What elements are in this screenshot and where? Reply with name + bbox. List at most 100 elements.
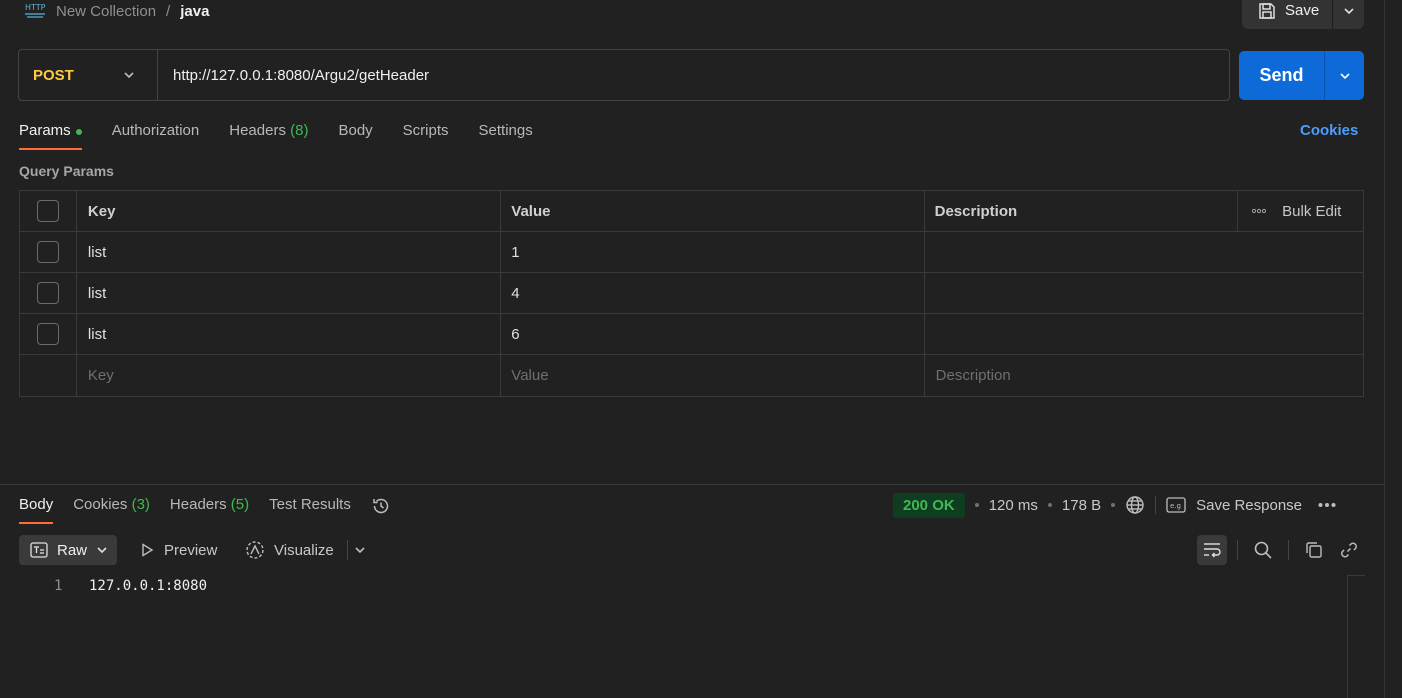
status-badge[interactable]: 200 OK [893,492,965,518]
preview-label: Preview [164,541,218,559]
send-button-group: Send [1239,51,1364,100]
column-header-key: Key [77,191,502,231]
select-all-cell [20,191,77,231]
preview-button[interactable]: Preview [139,535,217,565]
copy-button[interactable] [1302,538,1326,562]
chevron-down-icon [1343,5,1355,17]
tab-response-cookies[interactable]: Cookies (3) [73,492,150,524]
side-divider [1384,0,1385,698]
tab-label: Settings [478,122,533,139]
row-checkbox[interactable] [36,282,59,304]
visualize-button[interactable]: Visualize [245,535,334,565]
visualize-options-button[interactable] [354,535,366,565]
save-button[interactable]: Save [1242,0,1332,29]
tab-authorization[interactable]: Authorization [112,118,200,150]
tab-count: (5) [230,496,250,513]
link-button[interactable] [1337,538,1361,562]
row-checkbox[interactable] [36,323,59,345]
method-select[interactable]: POST [19,50,158,100]
response-status: 200 OK 120 ms 178 B e.g Save Response [893,492,1336,518]
divider [1155,496,1157,514]
table-row: list 6 [20,314,1363,355]
wrap-lines-button[interactable] [1197,535,1227,565]
table-header-row: Key Value Description Bulk Edit [20,191,1363,232]
tab-response-body[interactable]: Body [19,492,54,524]
text-format-icon [30,542,48,558]
table-row: list 4 [20,273,1363,314]
request-tabs: Params Authorization Headers (8) Body Sc… [19,118,563,150]
tab-scripts[interactable]: Scripts [403,118,449,150]
separator-dot [1047,503,1052,507]
play-icon [139,542,155,558]
tab-response-headers[interactable]: Headers (5) [170,492,249,524]
table-row: list 1 [20,232,1363,273]
new-value-input[interactable]: Value [501,355,925,396]
chevron-down-icon [1339,70,1351,82]
send-button[interactable]: Send [1239,51,1324,100]
tab-label: Body [19,496,54,513]
more-options-icon[interactable] [1318,502,1336,508]
param-value[interactable]: 6 [501,314,925,354]
response-scrollbar[interactable] [1347,575,1365,698]
svg-text:e.g: e.g [1170,502,1181,510]
breadcrumb-collection[interactable]: New Collection [56,3,156,20]
pane-divider[interactable] [0,484,1384,485]
select-all-checkbox[interactable] [36,200,59,222]
param-key[interactable]: list [77,314,502,354]
new-description-input[interactable]: Description [925,355,1363,396]
chevron-down-icon [123,69,135,81]
tab-label: Headers [169,496,227,513]
save-label: Save [1285,2,1320,19]
response-body-line[interactable]: 127.0.0.1:8080 [89,578,207,594]
more-icon[interactable] [1252,208,1267,214]
param-value[interactable]: 1 [501,232,925,272]
response-time[interactable]: 120 ms [989,497,1038,514]
query-params-table: Key Value Description Bulk Edit list 1 l… [19,190,1364,397]
row-check-cell [20,355,77,396]
search-button[interactable] [1251,538,1275,562]
cookies-link[interactable]: Cookies [1300,122,1358,139]
tab-settings[interactable]: Settings [479,118,533,150]
param-key[interactable]: list [77,273,502,313]
tab-headers[interactable]: Headers (8) [229,118,308,150]
response-tabs: Body Cookies (3) Headers (5) Test Result… [19,492,391,525]
save-options-button[interactable] [1332,0,1364,29]
bulk-edit-button[interactable]: Bulk Edit [1282,203,1341,220]
send-options-button[interactable] [1324,51,1364,100]
save-response-icon: e.g [1166,497,1186,513]
tab-label: Cookies [73,496,128,513]
tab-params[interactable]: Params [19,118,82,150]
chevron-down-icon [354,544,366,556]
tab-label: Params [19,122,71,139]
save-button-group: Save [1242,0,1364,29]
http-icon: HTTP [24,1,46,21]
param-value[interactable]: 4 [501,273,925,313]
breadcrumb-request-name[interactable]: java [180,3,209,20]
url-bar: POST http://127.0.0.1:8080/Argu2/getHead… [18,49,1230,101]
save-response-button[interactable]: Save Response [1196,497,1302,514]
tab-label: Body [338,122,373,139]
tab-count: (8) [290,122,309,139]
tab-test-results[interactable]: Test Results [269,492,351,524]
breadcrumb-separator: / [166,2,171,20]
svg-text:HTTP: HTTP [25,3,46,12]
format-select[interactable]: Raw [19,535,117,565]
row-checkbox[interactable] [36,241,59,263]
tab-label: Authorization [111,122,200,139]
param-description[interactable] [925,232,1363,272]
globe-icon[interactable] [1125,495,1145,515]
param-key[interactable]: list [77,232,502,272]
breadcrumb: HTTP New Collection / java [24,0,209,22]
new-key-input[interactable]: Key [77,355,502,396]
visualize-label: Visualize [274,541,334,559]
history-icon[interactable] [371,496,391,516]
separator-dot [974,503,979,507]
param-description[interactable] [925,314,1363,354]
divider [1288,540,1289,560]
response-size[interactable]: 178 B [1062,497,1101,514]
url-input[interactable]: http://127.0.0.1:8080/Argu2/getHeader [158,67,1229,84]
copy-icon [1304,540,1324,560]
param-description[interactable] [925,273,1363,313]
tab-body[interactable]: Body [338,118,372,150]
separator-dot [1111,503,1116,507]
